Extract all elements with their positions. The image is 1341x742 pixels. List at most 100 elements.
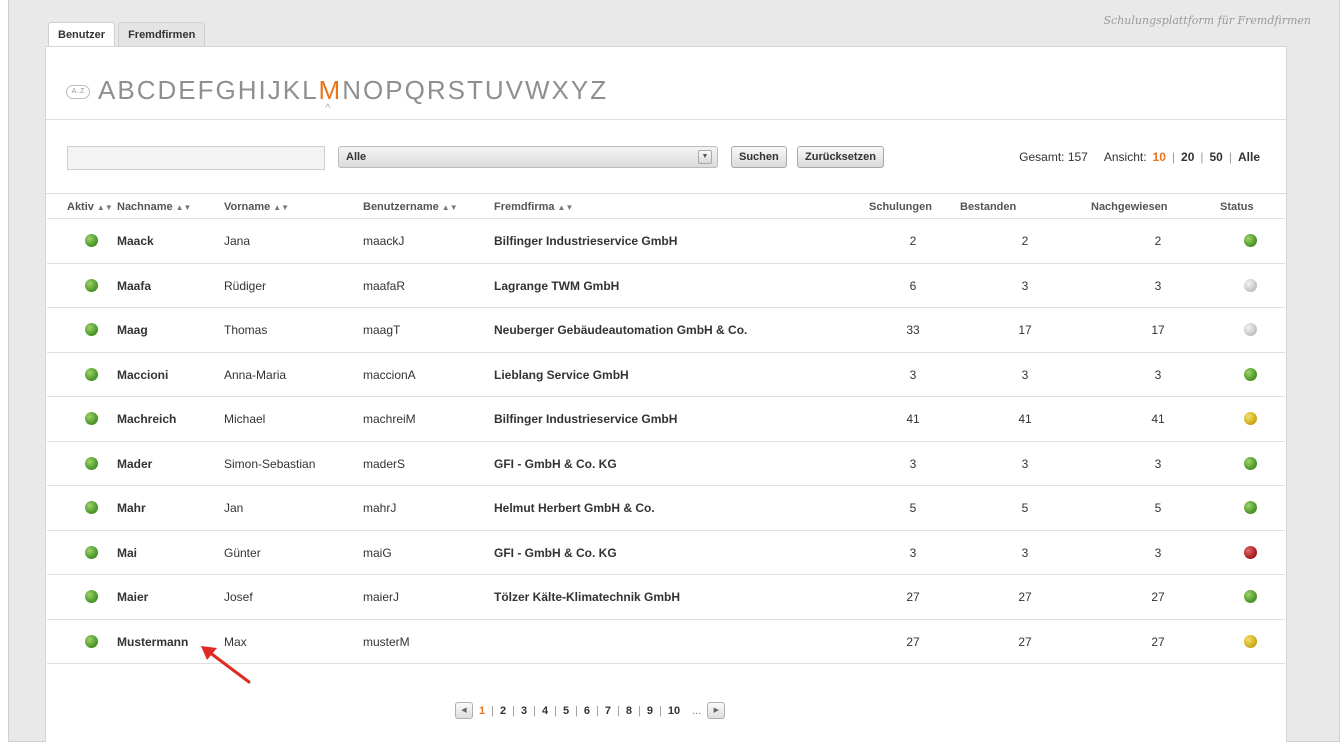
- reset-button[interactable]: Zurücksetzen: [797, 146, 884, 168]
- tab-benutzer[interactable]: Benutzer: [48, 22, 116, 47]
- letter-h[interactable]: H: [238, 75, 259, 105]
- letter-r[interactable]: R: [427, 75, 448, 105]
- table-row[interactable]: Machreich Michael machreiM Bilfinger Indust…: [47, 396, 1285, 440]
- page-link-6[interactable]: 6: [584, 705, 590, 717]
- cell-vorname: Josef: [224, 590, 253, 604]
- view-option-50[interactable]: 50: [1210, 150, 1223, 164]
- cell-vorname: Anna-Maria: [224, 367, 287, 382]
- active-indicator-icon: [85, 412, 98, 425]
- cell-nachname[interactable]: Maafa: [117, 264, 151, 308]
- cell-nachname[interactable]: Mai: [117, 531, 137, 575]
- letter-t[interactable]: T: [467, 75, 485, 105]
- letter-l[interactable]: L: [302, 75, 318, 105]
- chevron-right-icon[interactable]: ▶: [707, 702, 726, 719]
- page-link-5[interactable]: 5: [563, 705, 569, 717]
- cell-bestanden: 2: [1021, 234, 1029, 248]
- cell-nachname[interactable]: Maag: [117, 308, 148, 352]
- page-link-10[interactable]: 10: [668, 705, 680, 717]
- cell-nachname[interactable]: Maier: [117, 575, 148, 619]
- view-option-alle[interactable]: Alle: [1238, 150, 1260, 164]
- col-header-vorname[interactable]: Vorname ▲▼: [224, 201, 289, 213]
- page-link-9[interactable]: 9: [647, 705, 653, 717]
- page-link-1[interactable]: 1: [479, 705, 485, 717]
- page-link-4[interactable]: 4: [542, 705, 548, 717]
- view-option-20[interactable]: 20: [1181, 150, 1194, 164]
- letter-f[interactable]: F: [198, 75, 216, 105]
- page-link-7[interactable]: 7: [605, 705, 611, 717]
- letter-x[interactable]: X: [552, 75, 571, 105]
- cell-fremdfirma: GFI - GmbH & Co. KG: [494, 545, 617, 560]
- table-row[interactable]: Mahr Jan mahrJ Helmut Herbert GmbH & Co. 5 5 5: [47, 485, 1285, 529]
- table-row[interactable]: Maack Jana maackJ Bilfinger Industrieservic…: [47, 218, 1285, 262]
- table-row[interactable]: Maag Thomas maagT Neuberger Gebäudeautomati…: [47, 307, 1285, 351]
- table-row[interactable]: Maccioni Anna-Maria maccionA Lieblang Servi…: [47, 351, 1285, 397]
- letter-y[interactable]: Y: [571, 75, 590, 105]
- col-header-fremdfirma[interactable]: Fremdfirma ▲▼: [494, 201, 573, 213]
- cell-nachname[interactable]: Mader: [117, 442, 152, 486]
- page-link-8[interactable]: 8: [626, 705, 632, 717]
- cell-vorname: Rüdiger: [224, 278, 267, 293]
- search-input[interactable]: [67, 146, 325, 170]
- table-row[interactable]: Mader Simon-Sebastian maderS GFI - GmbH & C…: [47, 440, 1285, 486]
- active-indicator-icon: [85, 590, 98, 603]
- letter-k[interactable]: K: [283, 75, 302, 105]
- table-row[interactable]: Mai Günter maiG GFI - GmbH & Co. KG 3 3 3: [47, 529, 1285, 575]
- col-header-benutzername[interactable]: Benutzername ▲▼: [363, 201, 458, 213]
- chevron-left-icon[interactable]: ◀: [455, 702, 473, 719]
- col-header-status: Status: [1220, 201, 1254, 213]
- col-header-nachname[interactable]: Nachname ▲▼: [117, 201, 191, 213]
- letter-u[interactable]: U: [485, 75, 506, 105]
- cell-nachname[interactable]: Mustermann: [117, 620, 188, 664]
- search-button[interactable]: Suchen: [731, 146, 787, 168]
- az-icon[interactable]: A..Z: [66, 85, 90, 99]
- chevron-down-icon[interactable]: ▼: [698, 150, 712, 164]
- letter-n[interactable]: N: [342, 75, 363, 105]
- letter-m[interactable]: M ^: [319, 75, 343, 114]
- sort-icon[interactable]: ▲▼: [176, 203, 192, 212]
- letter-a[interactable]: A: [98, 75, 117, 105]
- letter-p[interactable]: P: [385, 75, 404, 105]
- cell-nachgewiesen: 41: [1151, 412, 1165, 426]
- cell-schulungen: 3: [909, 367, 917, 382]
- cell-vorname: Jan: [224, 501, 244, 515]
- col-header-nachgewiesen: Nachgewiesen: [1091, 201, 1168, 213]
- table-row[interactable]: Maier Josef maierJ Tölzer Kälte-Klimatechni…: [47, 574, 1285, 618]
- letter-v[interactable]: V: [506, 75, 525, 105]
- view-option-10[interactable]: 10: [1153, 150, 1166, 164]
- letter-q[interactable]: Q: [405, 75, 427, 105]
- letter-c[interactable]: C: [137, 75, 158, 105]
- cell-nachname[interactable]: Machreich: [117, 397, 176, 441]
- sort-icon[interactable]: ▲▼: [97, 203, 113, 212]
- cell-nachname[interactable]: Maccioni: [117, 353, 168, 397]
- cell-nachname[interactable]: Mahr: [117, 486, 146, 530]
- letter-j[interactable]: J: [268, 75, 283, 105]
- tab-fremdfirmen[interactable]: Fremdfirmen: [118, 22, 206, 46]
- table-row[interactable]: Maafa Rüdiger maafaR Lagrange TWM GmbH 6 3 3: [47, 262, 1285, 308]
- sort-icon[interactable]: ▲▼: [273, 203, 289, 212]
- col-header-aktiv[interactable]: Aktiv ▲▼: [67, 201, 113, 213]
- page-link-2[interactable]: 2: [500, 705, 506, 717]
- letter-e[interactable]: E: [178, 75, 197, 105]
- letter-d[interactable]: D: [157, 75, 178, 105]
- letter-w[interactable]: W: [525, 75, 552, 105]
- cell-schulungen: 27: [906, 590, 920, 604]
- letter-z[interactable]: Z: [590, 75, 608, 105]
- letter-o[interactable]: O: [363, 75, 385, 105]
- sort-icon[interactable]: ▲▼: [442, 203, 458, 212]
- letter-b[interactable]: B: [117, 75, 136, 105]
- col-header-label: Fremdfirma: [494, 201, 555, 213]
- cell-nachname[interactable]: Maack: [117, 219, 154, 263]
- cell-benutzername: maiG: [363, 545, 392, 560]
- active-indicator-icon: [85, 634, 98, 648]
- letter-i[interactable]: I: [259, 75, 268, 105]
- col-header-label: Nachname: [117, 201, 173, 213]
- letter-s[interactable]: S: [448, 75, 467, 105]
- cell-fremdfirma: Lagrange TWM GmbH: [494, 278, 620, 293]
- letter-g[interactable]: G: [215, 75, 237, 105]
- status-indicator-icon: [1244, 412, 1257, 425]
- company-select[interactable]: Alle ▼: [338, 146, 718, 168]
- col-header-label: Benutzername: [363, 201, 439, 213]
- cell-vorname: Thomas: [224, 323, 268, 337]
- page-link-3[interactable]: 3: [521, 705, 527, 717]
- sort-icon[interactable]: ▲▼: [558, 203, 574, 212]
